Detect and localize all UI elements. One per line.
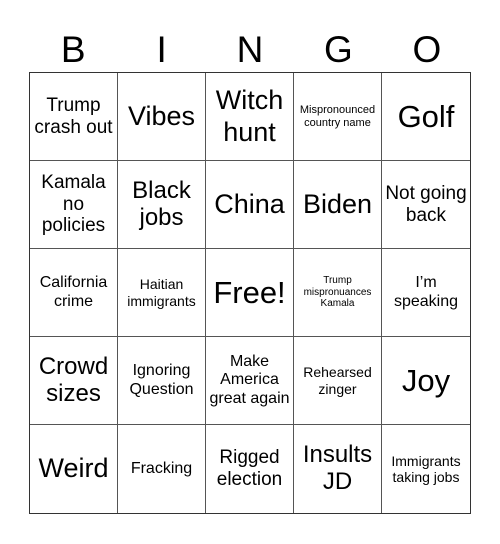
bingo-cell[interactable]: Insults JD	[294, 425, 382, 513]
header-letter-g: G	[324, 29, 353, 70]
bingo-cell[interactable]: Trump mispronuances Kamala	[294, 249, 382, 337]
bingo-cell[interactable]: Immigrants taking jobs	[382, 425, 470, 513]
bingo-cell[interactable]: China	[206, 161, 294, 249]
bingo-cell[interactable]: Weird	[30, 425, 118, 513]
bingo-cell[interactable]: Black jobs	[118, 161, 206, 249]
bingo-cell[interactable]: Golf	[382, 73, 470, 161]
bingo-cell[interactable]: Mispronounced country name	[294, 73, 382, 161]
header-letter-i: I	[156, 29, 167, 70]
header-letter-n: N	[236, 29, 264, 70]
bingo-cell[interactable]: Rigged election	[206, 425, 294, 513]
free-space-cell[interactable]: Free!	[206, 249, 294, 337]
bingo-cell[interactable]: Ignoring Question	[118, 337, 206, 425]
bingo-cell[interactable]: Trump crash out	[30, 73, 118, 161]
bingo-cell[interactable]: Crowd sizes	[30, 337, 118, 425]
bingo-cell[interactable]: Not going back	[382, 161, 470, 249]
bingo-header: B I N G O	[29, 28, 471, 72]
bingo-cell[interactable]: Fracking	[118, 425, 206, 513]
bingo-grid: Trump crash out Vibes Witch hunt Mispron…	[29, 72, 471, 514]
bingo-cell[interactable]: Haitian immigrants	[118, 249, 206, 337]
bingo-cell[interactable]: Kamala no policies	[30, 161, 118, 249]
bingo-cell[interactable]: Make America great again	[206, 337, 294, 425]
bingo-cell[interactable]: California crime	[30, 249, 118, 337]
bingo-cell[interactable]: Witch hunt	[206, 73, 294, 161]
bingo-cell[interactable]: Rehearsed zinger	[294, 337, 382, 425]
bingo-cell[interactable]: Biden	[294, 161, 382, 249]
header-letter-o: O	[412, 29, 442, 70]
bingo-cell[interactable]: I’m speaking	[382, 249, 470, 337]
bingo-cell[interactable]: Vibes	[118, 73, 206, 161]
bingo-cell[interactable]: Joy	[382, 337, 470, 425]
header-letter-b: B	[60, 29, 86, 70]
